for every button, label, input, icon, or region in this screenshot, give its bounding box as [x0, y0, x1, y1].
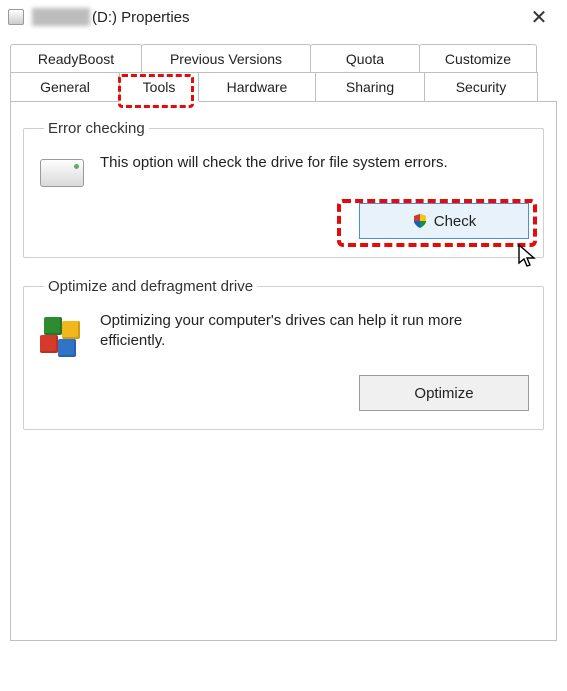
- tab-tools[interactable]: Tools: [119, 72, 199, 102]
- group-error-checking: Error checking This option will check th…: [23, 120, 544, 258]
- group-optimize: Optimize and defragment drive Optimizing…: [23, 278, 544, 430]
- tab-readyboost[interactable]: ReadyBoost: [10, 44, 142, 73]
- group-legend: Error checking: [44, 120, 149, 137]
- optimize-button-label: Optimize: [414, 385, 473, 402]
- check-button[interactable]: Check: [359, 203, 529, 239]
- window-title: (D:) Properties: [92, 9, 190, 26]
- titlebar: (D:) Properties ✕: [0, 0, 567, 36]
- tab-hardware[interactable]: Hardware: [198, 72, 316, 102]
- error-checking-description: This option will check the drive for fil…: [100, 153, 529, 173]
- close-button[interactable]: ✕: [519, 3, 559, 31]
- tab-customize[interactable]: Customize: [419, 44, 537, 73]
- tab-security[interactable]: Security: [424, 72, 538, 102]
- group-legend: Optimize and defragment drive: [44, 278, 257, 295]
- check-button-label: Check: [434, 213, 477, 230]
- tab-sharing[interactable]: Sharing: [315, 72, 425, 102]
- drive-label-redacted: [32, 8, 90, 26]
- tab-quota[interactable]: Quota: [310, 44, 420, 73]
- tab-general[interactable]: General: [10, 72, 120, 102]
- drive-icon: [8, 9, 24, 25]
- defrag-icon: [40, 315, 84, 359]
- optimize-description: Optimizing your computer's drives can he…: [100, 311, 529, 352]
- optimize-button[interactable]: Optimize: [359, 375, 529, 411]
- tab-previous-versions[interactable]: Previous Versions: [141, 44, 311, 73]
- uac-shield-icon: [412, 213, 428, 229]
- close-icon: ✕: [531, 5, 548, 30]
- tabstrip: ReadyBoost Previous Versions Quota Custo…: [10, 44, 557, 102]
- drive-icon: [40, 159, 84, 187]
- tab-content-tools: Error checking This option will check th…: [10, 101, 557, 641]
- cursor-icon: [517, 243, 537, 269]
